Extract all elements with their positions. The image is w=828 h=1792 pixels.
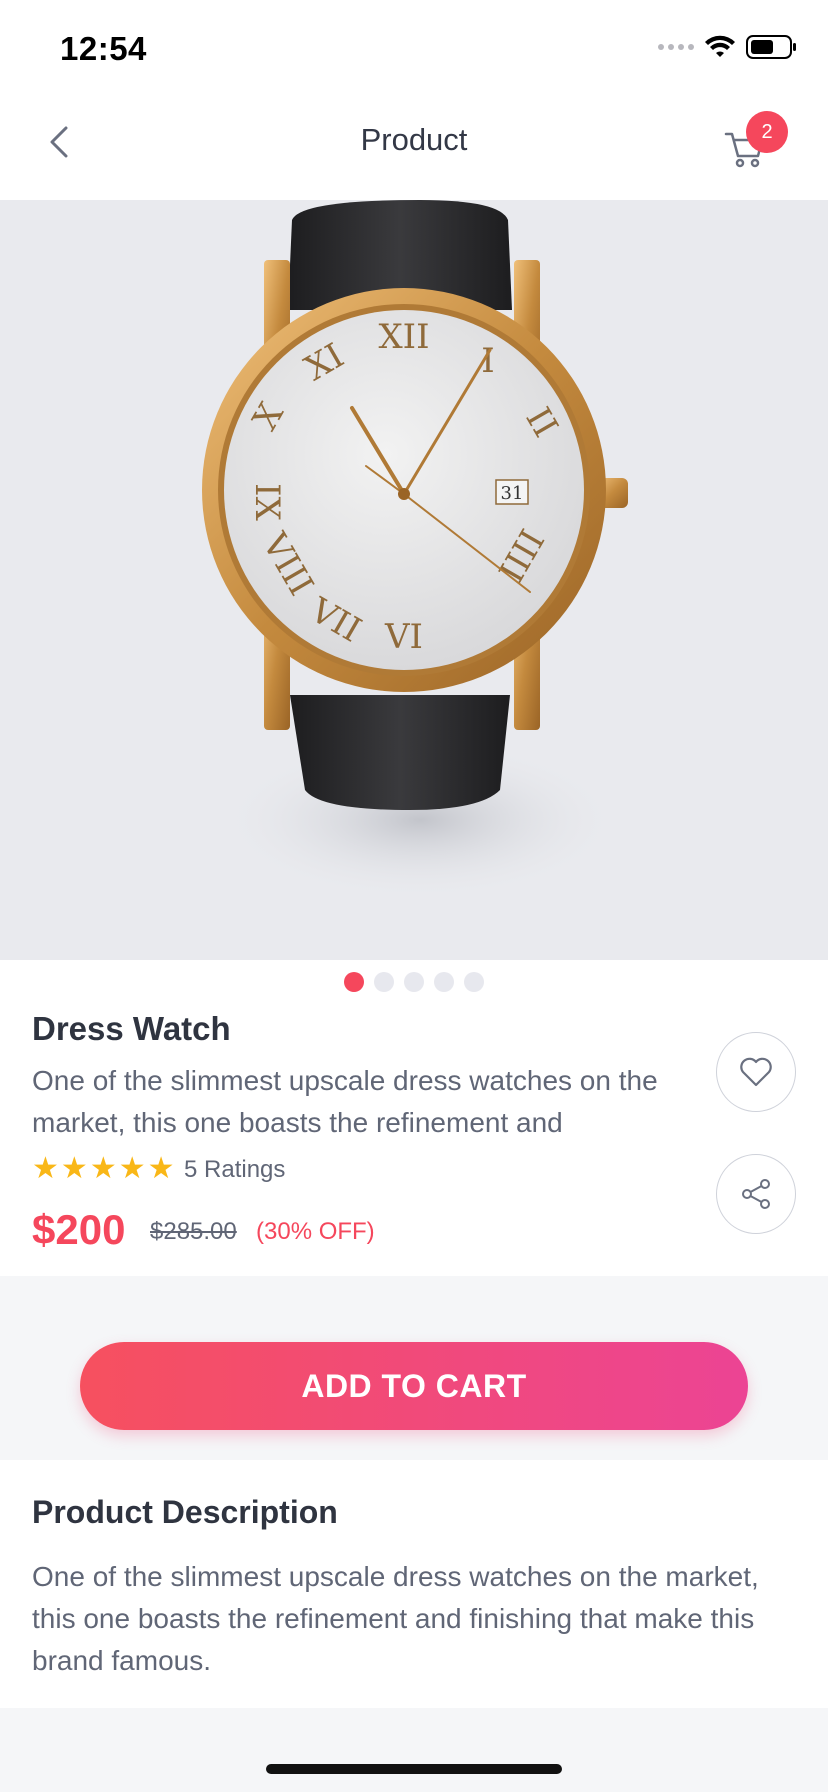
svg-text:XII: XII	[378, 317, 429, 357]
signal-icon	[658, 44, 694, 50]
status-time: 12:54	[60, 30, 147, 67]
watch-image: XII I II IIII VI VII VIII IX X XI 31	[202, 200, 628, 900]
cart-badge: 2	[746, 111, 788, 153]
carousel-dot[interactable]	[464, 972, 484, 992]
svg-text:IX: IX	[247, 483, 287, 521]
share-icon	[742, 1179, 770, 1209]
rating-stars: ★ ★ ★ ★ ★	[32, 1152, 175, 1186]
product-short-description: One of the slimmest upscale dress watche…	[32, 1065, 658, 1138]
bottom-spacer	[0, 1708, 828, 1792]
ratings-count: 5 Ratings	[184, 1156, 286, 1183]
svg-text:31: 31	[501, 483, 524, 504]
carousel-dot[interactable]	[344, 972, 364, 992]
add-to-cart-button[interactable]: ADD TO CART	[80, 1342, 748, 1430]
current-price: $200	[32, 1206, 126, 1253]
product-image[interactable]: XII I II IIII VI VII VIII IX X XI 31	[0, 200, 828, 960]
carousel-dot[interactable]	[374, 972, 394, 992]
heart-icon	[740, 1057, 772, 1087]
battery-icon	[746, 35, 796, 59]
star-icon: ★	[60, 1152, 88, 1185]
star-icon: ★	[89, 1152, 117, 1185]
share-button[interactable]	[716, 1154, 796, 1234]
original-price: $285.00	[150, 1218, 237, 1245]
page-title: Product	[360, 122, 468, 157]
image-carousel-indicator[interactable]	[0, 972, 828, 992]
status-icons	[658, 34, 798, 60]
favorite-button[interactable]	[716, 1032, 796, 1112]
svg-text:VI: VI	[384, 617, 423, 657]
wifi-icon	[705, 35, 735, 57]
star-icon: ★	[32, 1152, 59, 1185]
description-heading: Product Description	[32, 1494, 338, 1530]
star-icon: ★	[118, 1152, 146, 1185]
product-name: Dress Watch	[32, 1010, 231, 1047]
home-indicator[interactable]	[266, 1764, 562, 1774]
carousel-dot[interactable]	[434, 972, 454, 992]
description-text: One of the slimmest upscale dress watche…	[32, 1561, 759, 1676]
carousel-dot[interactable]	[404, 972, 424, 992]
star-icon: ★	[147, 1152, 175, 1185]
discount-label: (30% OFF)	[256, 1218, 375, 1245]
